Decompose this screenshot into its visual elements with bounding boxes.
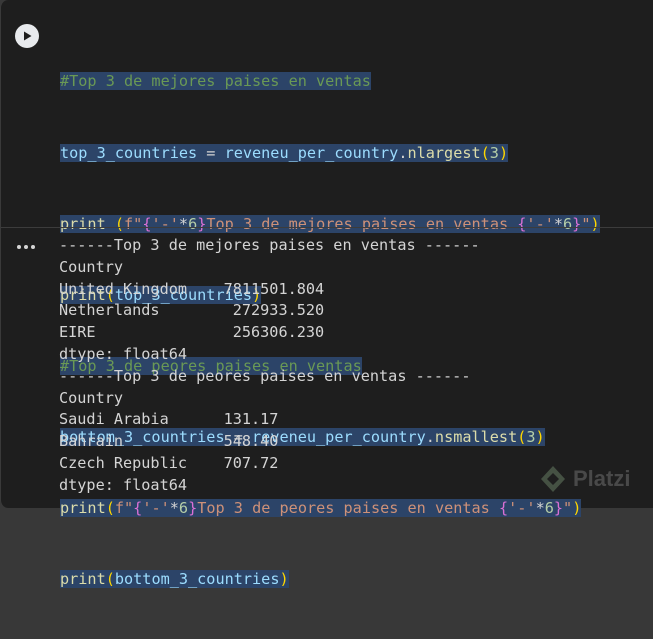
- code-comment: #Top 3 de mejores paises en ventas: [60, 72, 371, 91]
- code-token: print: [60, 570, 106, 589]
- code-token: }: [197, 214, 207, 233]
- output-line: United Kingdom 7811501.804: [59, 279, 325, 298]
- code-token: (: [480, 143, 490, 162]
- platzi-logo-icon: [541, 466, 565, 492]
- play-icon: [24, 31, 32, 41]
- output-line: Bahrain 548.40: [59, 432, 279, 451]
- more-horizontal-icon: [31, 245, 35, 249]
- code-token: ": [563, 499, 573, 518]
- code-token: ): [498, 143, 509, 162]
- output-line: Country: [59, 257, 124, 276]
- code-token: print: [60, 214, 106, 233]
- code-token: }: [553, 499, 564, 518]
- code-token: (: [105, 570, 115, 589]
- output-line: ------Top 3 de peores paises en ventas -…: [59, 366, 471, 385]
- output-line: Netherlands 272933.520: [59, 301, 325, 320]
- output-line: dtype: float64: [59, 475, 188, 494]
- notebook-code-cell: #Top 3 de mejores paises en ventas top_3…: [0, 0, 653, 589]
- code-token: 3: [526, 427, 536, 446]
- code-token: *: [178, 214, 189, 233]
- output-divider: [1, 227, 653, 228]
- cell-output: ------Top 3 de mejores paises en ventas …: [59, 235, 480, 497]
- code-token: }: [188, 499, 198, 518]
- code-token: '-': [151, 214, 179, 233]
- output-line: Country: [59, 388, 124, 407]
- watermark-text: Platzi: [573, 466, 631, 491]
- code-token: reveneu_per_country: [224, 143, 399, 162]
- code-token: *: [169, 499, 179, 518]
- code-token: {: [498, 499, 509, 518]
- code-token: }: [572, 214, 582, 233]
- code-token: *: [553, 214, 564, 233]
- code-line-3: print (f"{'-'*6}Top 3 de mejores paises …: [60, 213, 600, 237]
- code-token: ): [279, 570, 289, 589]
- code-token: =: [197, 143, 225, 162]
- code-token: f": [124, 214, 143, 233]
- output-line: EIRE 256306.230: [59, 323, 325, 342]
- code-token: (: [105, 499, 115, 518]
- code-token: 6: [188, 214, 198, 233]
- code-token: top_3_countries: [60, 143, 198, 162]
- code-token: print: [60, 499, 106, 518]
- output-line: Saudi Arabia 131.17: [59, 410, 279, 429]
- code-line-7: print(f"{'-'*6}Top 3 de peores paises en…: [60, 497, 600, 521]
- output-line: dtype: float64: [59, 344, 188, 363]
- code-token: ): [590, 214, 600, 233]
- more-horizontal-icon: [24, 245, 28, 249]
- code-token: 6: [178, 499, 189, 518]
- code-token: Top 3 de peores paises en ventas: [197, 499, 499, 518]
- run-cell-button[interactable]: [15, 24, 39, 48]
- code-token: ): [535, 427, 545, 446]
- code-token: ): [572, 499, 582, 518]
- code-token: 3: [489, 143, 499, 162]
- code-token: 6: [544, 499, 554, 518]
- output-line: ------Top 3 de mejores paises en ventas …: [59, 236, 480, 254]
- code-line-1: #Top 3 de mejores paises en ventas: [60, 70, 600, 94]
- code-token: nlargest: [407, 143, 481, 162]
- code-token: bottom_3_countries: [114, 570, 280, 589]
- code-token: (: [105, 214, 125, 233]
- code-token: '-': [526, 214, 554, 233]
- output-menu-button[interactable]: [17, 240, 37, 254]
- code-token: Top 3 de mejores paises en ventas: [206, 214, 518, 233]
- platzi-watermark: Platzi: [539, 464, 630, 494]
- code-line-2: top_3_countries = reveneu_per_country.nl…: [60, 142, 600, 166]
- code-token: {: [133, 499, 143, 518]
- code-token: (: [517, 427, 527, 446]
- code-line-8: print(bottom_3_countries): [60, 568, 600, 592]
- code-token: *: [535, 499, 545, 518]
- code-token: 6: [563, 214, 573, 233]
- more-horizontal-icon: [17, 245, 21, 249]
- output-line: Czech Republic 707.72: [59, 453, 279, 472]
- code-token: '-': [508, 499, 536, 518]
- code-token: f": [114, 499, 134, 518]
- code-token: '-': [142, 499, 170, 518]
